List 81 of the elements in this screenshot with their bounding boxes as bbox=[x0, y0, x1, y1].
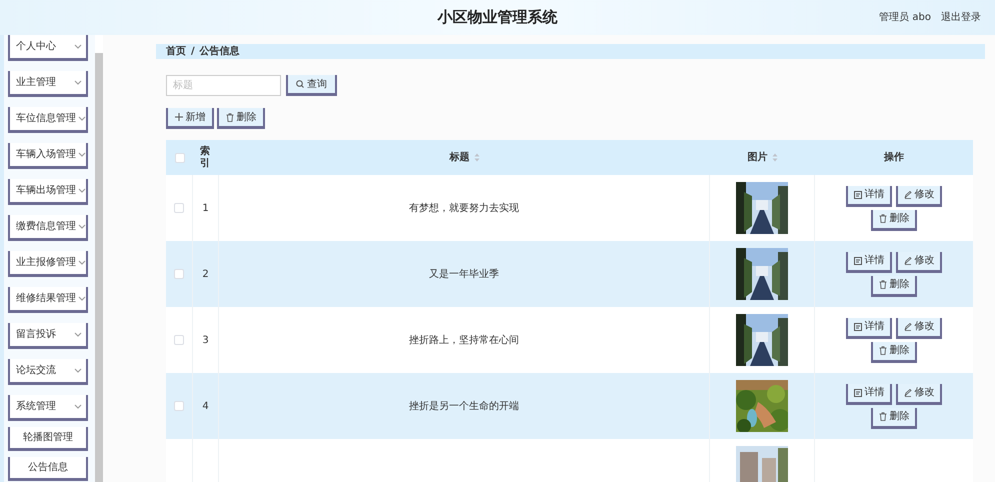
document-icon bbox=[854, 322, 862, 330]
chevron-down-icon bbox=[78, 296, 86, 301]
chevron-down-icon bbox=[74, 80, 82, 85]
delete-button[interactable]: 删除 bbox=[217, 108, 265, 129]
sidebar-submenu-item[interactable]: 轮播图管理 bbox=[8, 427, 88, 451]
search-icon bbox=[296, 80, 304, 88]
title-cell-text: 挫折路上，坚持常在心间 bbox=[409, 334, 519, 348]
chevron-down-icon bbox=[74, 332, 82, 337]
document-icon bbox=[854, 190, 862, 198]
sort-icon[interactable] bbox=[474, 153, 480, 162]
column-header[interactable]: 图片 bbox=[748, 150, 768, 165]
sidebar-menu-item[interactable]: 业主管理 bbox=[8, 71, 88, 97]
title-cell-text: 又是一年毕业季 bbox=[429, 268, 499, 282]
detail-button[interactable]: 详情 bbox=[846, 252, 892, 272]
title-search-field[interactable]: 标题 bbox=[166, 75, 281, 96]
detail-button[interactable]: 详情 bbox=[846, 384, 892, 404]
pen-icon bbox=[904, 190, 912, 198]
checkbox[interactable] bbox=[174, 152, 184, 162]
document-icon bbox=[854, 388, 862, 396]
trash-icon bbox=[878, 280, 886, 289]
search-button[interactable]: 查询 bbox=[286, 75, 337, 96]
sidebar-menu-item[interactable]: 论坛交流 bbox=[8, 359, 88, 385]
plus-icon bbox=[174, 113, 182, 121]
pen-icon bbox=[904, 388, 912, 396]
breadcrumb-item[interactable]: 首页 bbox=[166, 44, 186, 59]
edit-button[interactable]: 修改 bbox=[896, 318, 942, 338]
scrollbar[interactable] bbox=[95, 53, 103, 482]
checkbox[interactable] bbox=[174, 203, 184, 213]
index-cell-text: 2 bbox=[202, 268, 209, 282]
column-header: 操作 bbox=[884, 150, 904, 165]
breadcrumb-item: / bbox=[191, 45, 195, 59]
edit-button[interactable]: 修改 bbox=[896, 384, 942, 404]
detail-button[interactable]: 详情 bbox=[846, 318, 892, 338]
sidebar-menu-item[interactable]: 车辆出场管理 bbox=[8, 179, 88, 205]
delete-button[interactable]: 删除 bbox=[871, 342, 917, 362]
chevron-down-icon bbox=[78, 260, 86, 265]
trash-icon bbox=[878, 214, 886, 223]
title-cell-text: 有梦想，就要努力去实现 bbox=[409, 202, 519, 216]
chevron-down-icon bbox=[78, 188, 86, 193]
edit-button[interactable]: 修改 bbox=[896, 252, 942, 272]
edit-button[interactable]: 修改 bbox=[896, 186, 942, 206]
checkbox[interactable] bbox=[174, 335, 184, 345]
chevron-down-icon bbox=[78, 116, 86, 121]
chevron-down-icon bbox=[78, 224, 86, 229]
trash-icon bbox=[878, 346, 886, 355]
trash-icon bbox=[226, 112, 234, 122]
index-cell-text: 4 bbox=[202, 400, 209, 414]
detail-button[interactable]: 详情 bbox=[846, 186, 892, 206]
pen-icon bbox=[904, 256, 912, 264]
chevron-down-icon bbox=[74, 44, 82, 49]
checkbox[interactable] bbox=[174, 401, 184, 411]
app-title: 小区物业管理系统 bbox=[438, 7, 558, 28]
sidebar-menu-item[interactable]: 车辆入场管理 bbox=[8, 143, 88, 169]
sidebar-menu-item[interactable]: 留言投诉 bbox=[8, 323, 88, 349]
pen-icon bbox=[904, 322, 912, 330]
sidebar-menu-item[interactable]: 维修结果管理 bbox=[8, 287, 88, 313]
sidebar-menu-item[interactable]: 个人中心 bbox=[8, 35, 88, 61]
breadcrumb-item: 公告信息 bbox=[200, 44, 240, 59]
column-header[interactable]: 标题 bbox=[450, 150, 470, 165]
title-cell-text: 挫折是另一个生命的开端 bbox=[409, 400, 519, 414]
delete-button[interactable]: 删除 bbox=[871, 276, 917, 296]
delete-button[interactable]: 删除 bbox=[871, 408, 917, 428]
chevron-down-icon bbox=[74, 404, 82, 409]
add-button[interactable]: 新增 bbox=[166, 108, 214, 129]
delete-button[interactable]: 删除 bbox=[871, 210, 917, 230]
sidebar-menu-item[interactable]: 车位信息管理 bbox=[8, 107, 88, 133]
trash-icon bbox=[878, 412, 886, 421]
chevron-down-icon bbox=[78, 152, 86, 157]
document-icon bbox=[854, 256, 862, 264]
column-header: 索引 bbox=[200, 146, 211, 170]
sidebar-menu-item[interactable]: 业主报修管理 bbox=[8, 251, 88, 277]
user-label: 管理员 abo bbox=[879, 11, 931, 25]
logout-link[interactable]: 退出登录 bbox=[941, 10, 981, 25]
sort-icon[interactable] bbox=[772, 153, 778, 162]
sidebar-menu-item[interactable]: 系统管理 bbox=[8, 395, 88, 421]
index-cell-text: 3 bbox=[202, 334, 209, 348]
index-cell-text: 1 bbox=[202, 202, 209, 216]
chevron-down-icon bbox=[74, 368, 82, 373]
sidebar-submenu-item[interactable]: 公告信息 bbox=[8, 457, 88, 481]
sidebar-menu-item[interactable]: 缴费信息管理 bbox=[8, 215, 88, 241]
checkbox[interactable] bbox=[174, 269, 184, 279]
